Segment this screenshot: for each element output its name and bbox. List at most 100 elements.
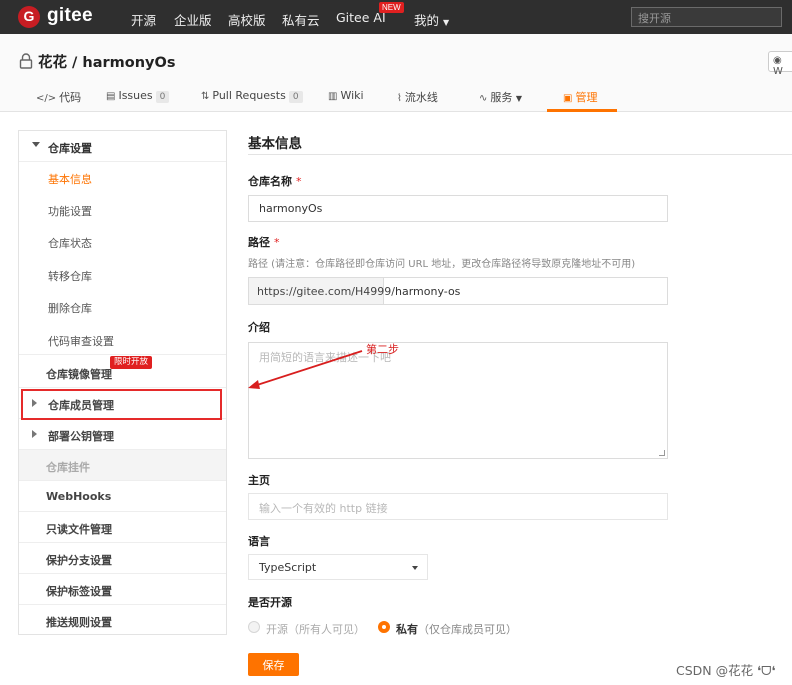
tab-issues[interactable]: ▤ Issues 0 bbox=[106, 89, 170, 103]
new-badge: NEW bbox=[379, 2, 404, 13]
active-tab-indicator bbox=[547, 109, 617, 112]
language-label: 语言 bbox=[248, 535, 270, 548]
repo-name-input[interactable]: harmonyOs bbox=[248, 195, 668, 222]
sidebar-item-features[interactable]: 功能设置 bbox=[19, 194, 226, 225]
sidebar-item-webhooks[interactable]: WebHooks bbox=[19, 481, 226, 512]
sidebar-item-label: 基本信息 bbox=[48, 173, 92, 186]
tab-pr-label: Pull Requests bbox=[212, 89, 286, 102]
pull-request-icon: ⇅ bbox=[201, 91, 210, 102]
eye-icon: ◉ bbox=[773, 55, 782, 66]
path-hint: 路径 (请注意：仓库路径即仓库访问 URL 地址，更改仓库路径将导致原克隆地址不… bbox=[248, 259, 636, 270]
radio-private-label: 私有（仅仓库成员可见） bbox=[396, 621, 517, 637]
sidebar-item-push-rules[interactable]: 推送规则设置 bbox=[19, 605, 226, 636]
sidebar-item-label: 仓库镜像管理 bbox=[46, 368, 112, 381]
homepage-label: 主页 bbox=[248, 474, 270, 487]
sidebar-item-label: 推送规则设置 bbox=[46, 616, 112, 629]
repo-name-label-text: 仓库名称 bbox=[248, 175, 292, 188]
settings-sidebar: 仓库设置 基本信息 功能设置 仓库状态 转移仓库 删除仓库 代码审查设置 仓库镜… bbox=[18, 130, 227, 635]
sidebar-item-label: 保护分支设置 bbox=[46, 554, 112, 567]
tab-services-label: 服务 bbox=[490, 91, 513, 104]
private-label: 私有 bbox=[396, 623, 418, 636]
manage-icon: ▣ bbox=[563, 93, 573, 104]
sidebar-item-widgets[interactable]: 仓库挂件 bbox=[19, 450, 226, 481]
nav-link-gitee-ai[interactable]: Gitee AI bbox=[336, 10, 386, 25]
sidebar-item-deploy-keys[interactable]: 部署公钥管理 bbox=[19, 419, 226, 450]
watermark: CSDN @花花 ❛ᗜ❛ bbox=[676, 663, 776, 678]
homepage-input[interactable]: 输入一个有效的 http 链接 bbox=[248, 493, 668, 520]
sidebar-item-label: WebHooks bbox=[46, 490, 112, 503]
private-note: （仅仓库成员可见） bbox=[418, 623, 517, 636]
page-title: 基本信息 bbox=[248, 136, 302, 152]
sidebar-item-tag-protection[interactable]: 保护标签设置 bbox=[19, 574, 226, 605]
tab-manage[interactable]: ▣ 管理 bbox=[563, 89, 597, 105]
issues-icon: ▤ bbox=[106, 91, 116, 102]
code-icon: </> bbox=[36, 93, 57, 104]
services-icon: ∿ bbox=[479, 93, 488, 104]
repo-title[interactable]: 花花 / harmonyOs bbox=[38, 51, 175, 72]
annotation-highlight-box bbox=[21, 389, 222, 420]
tab-manage-label: 管理 bbox=[575, 91, 598, 104]
nav-menu-mine-label: 我的 bbox=[414, 13, 440, 28]
gitee-logo-icon[interactable]: G bbox=[18, 6, 40, 28]
repo-name-label: 仓库名称 * bbox=[248, 173, 302, 189]
sidebar-item-label: 部署公钥管理 bbox=[48, 430, 114, 443]
tab-wiki-label: Wiki bbox=[340, 89, 364, 102]
tab-services[interactable]: ∿ 服务 ▼ bbox=[479, 89, 522, 105]
resize-handle-icon[interactable] bbox=[659, 450, 665, 456]
radio-public-label: 开源（所有人可见） bbox=[266, 621, 365, 637]
visibility-label: 是否开源 bbox=[248, 596, 292, 609]
intro-label: 介绍 bbox=[248, 321, 270, 334]
sidebar-section-label: 仓库设置 bbox=[48, 142, 92, 155]
caret-down-icon bbox=[32, 142, 40, 147]
sidebar-item-status[interactable]: 仓库状态 bbox=[19, 226, 226, 257]
language-select[interactable]: TypeScript bbox=[248, 554, 428, 580]
repo-name-value: harmonyOs bbox=[259, 202, 323, 215]
nav-link-education[interactable]: 高校版 bbox=[228, 10, 266, 29]
homepage-placeholder: 输入一个有效的 http 链接 bbox=[259, 502, 388, 515]
sidebar-item-code-review[interactable]: 代码审查设置 bbox=[19, 324, 226, 355]
nav-link-private-cloud[interactable]: 私有云 bbox=[282, 10, 320, 29]
sidebar-item-readonly-files[interactable]: 只读文件管理 bbox=[19, 512, 226, 543]
sidebar-item-label: 只读文件管理 bbox=[46, 523, 112, 536]
chevron-down-icon: ▼ bbox=[443, 18, 450, 27]
search-input[interactable]: 搜开源 bbox=[631, 7, 782, 27]
wiki-icon: ▥ bbox=[328, 91, 338, 102]
sidebar-item-basic-info[interactable]: 基本信息 bbox=[19, 162, 226, 193]
tab-code[interactable]: </> 代码 bbox=[36, 89, 81, 105]
sidebar-item-label: 仓库挂件 bbox=[46, 461, 90, 474]
top-navbar: G gitee 开源 企业版 高校版 私有云 Gitee AI NEW 我的 ▼… bbox=[0, 0, 792, 34]
tab-pipeline[interactable]: ⌇ 流水线 bbox=[397, 89, 438, 105]
sidebar-item-label: 功能设置 bbox=[48, 205, 92, 218]
sidebar-item-label: 仓库状态 bbox=[48, 237, 92, 250]
issues-count: 0 bbox=[155, 91, 170, 103]
sidebar-item-label: 删除仓库 bbox=[48, 302, 92, 315]
sidebar-item-transfer[interactable]: 转移仓库 bbox=[19, 259, 226, 290]
brand-name[interactable]: gitee bbox=[47, 5, 93, 27]
watch-button[interactable]: ◉ W bbox=[768, 51, 792, 77]
tab-pull-requests[interactable]: ⇅ Pull Requests 0 bbox=[201, 89, 303, 103]
radio-private[interactable] bbox=[378, 621, 390, 633]
limited-badge: 限时开放 bbox=[110, 356, 153, 369]
public-label: 开源 bbox=[266, 623, 288, 636]
sidebar-item-delete[interactable]: 删除仓库 bbox=[19, 291, 226, 322]
save-button[interactable]: 保存 bbox=[248, 653, 299, 676]
nav-link-enterprise[interactable]: 企业版 bbox=[174, 10, 212, 29]
sidebar-item-branch-protection[interactable]: 保护分支设置 bbox=[19, 543, 226, 574]
sidebar-item-label: 转移仓库 bbox=[48, 270, 92, 283]
radio-public[interactable] bbox=[248, 621, 260, 633]
pr-count: 0 bbox=[288, 91, 303, 103]
nav-link-opensource[interactable]: 开源 bbox=[131, 10, 156, 29]
sidebar-item-mirror[interactable]: 仓库镜像管理 限时开放 bbox=[19, 356, 226, 388]
logo-letter: G bbox=[23, 8, 35, 24]
path-value: harmony-os bbox=[395, 285, 461, 298]
sidebar-item-label: 代码审查设置 bbox=[48, 335, 114, 348]
path-prefix: https://gitee.com/H4999/ bbox=[248, 277, 395, 305]
path-label-text: 路径 bbox=[248, 236, 270, 249]
pipeline-icon: ⌇ bbox=[397, 93, 402, 104]
nav-menu-mine[interactable]: 我的 ▼ bbox=[414, 10, 449, 29]
path-input[interactable]: harmony-os bbox=[384, 277, 668, 305]
sidebar-section-repo-settings[interactable]: 仓库设置 bbox=[19, 131, 226, 162]
divider bbox=[248, 154, 792, 155]
path-label: 路径 * bbox=[248, 234, 280, 250]
tab-wiki[interactable]: ▥ Wiki bbox=[328, 89, 364, 102]
